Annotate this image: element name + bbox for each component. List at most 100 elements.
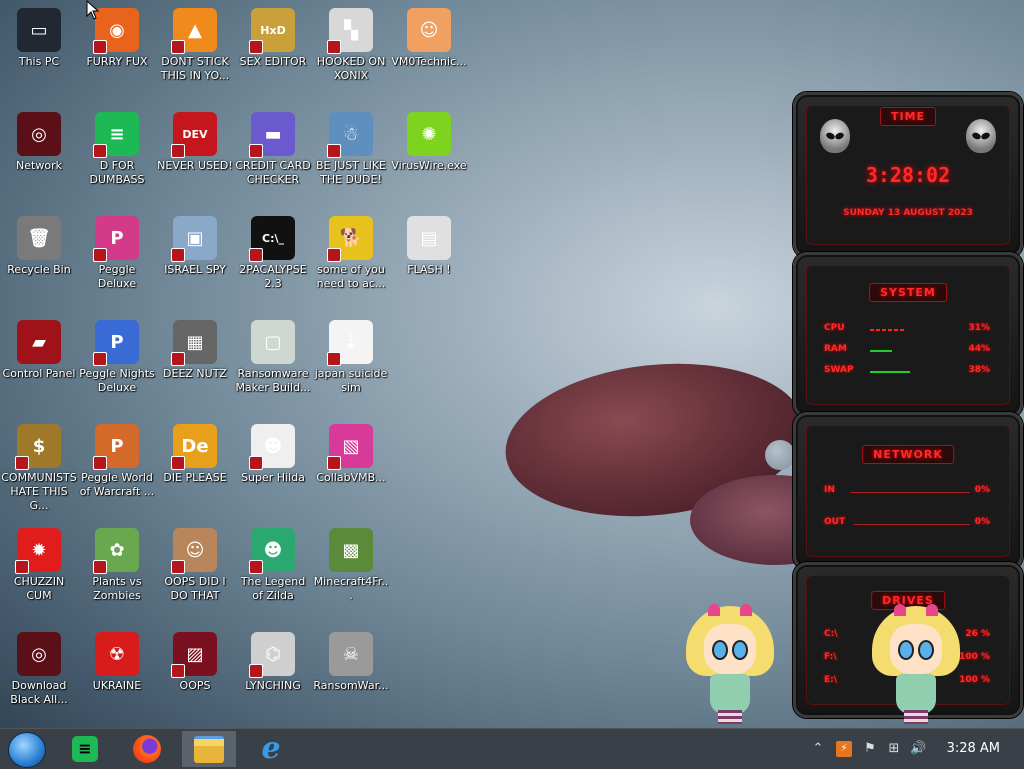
action-center-flag-icon[interactable]: ⚑ (862, 741, 878, 757)
desktop-icon[interactable]: ▢ Ransomware Maker Build... (234, 316, 312, 416)
desktop-icon[interactable]: P Peggle Deluxe (78, 212, 156, 312)
app-icon: C:\_ (249, 216, 295, 262)
shortcut-badge-icon (327, 352, 341, 366)
desktop-icon[interactable]: ☢ UKRAINE (78, 628, 156, 728)
desktop-icon[interactable]: ▩ Minecraft4Fr... (312, 524, 390, 624)
desktop-icon-label: Peggle Deluxe (97, 263, 137, 290)
desktop-icon[interactable]: ▤ FLASH ! (390, 212, 468, 312)
desktop-icon-label: CHUZZIN CUM (13, 575, 65, 602)
taskbar-clock[interactable]: 3:28 AM (947, 741, 1000, 756)
taskbar-spotify[interactable]: ≡ (58, 731, 112, 767)
desktop-icon[interactable]: ≡ D FOR DUMBASS (78, 108, 156, 208)
desktop-icon[interactable]: C:\_ 2PACALYPSE 2.3 (234, 212, 312, 312)
shortcut-badge-icon (93, 40, 107, 54)
desktop[interactable]: ▭ This PC ◉ FURRY FUX ▲ DONT STICK THIS IN YO… (0, 0, 780, 728)
swap-bar (870, 371, 910, 373)
time-widget-clock: 3:28:02 (865, 163, 951, 187)
shortcut-badge-icon (249, 144, 263, 158)
desktop-icon-label: Super Hilda (241, 471, 305, 484)
desktop-icon-label: ISRAEL SPY (164, 263, 226, 276)
desktop-icon[interactable]: ✹ CHUZZIN CUM (0, 524, 78, 624)
show-hidden-icons-chevron-icon[interactable]: ⌃ (810, 741, 826, 757)
desktop-icon[interactable]: ☺ VM0Technic... (390, 4, 468, 104)
desktop-icon[interactable]: ✿ Plants vs Zombies (78, 524, 156, 624)
app-icon: 🐕 (327, 216, 373, 262)
app-icon: ▰ (17, 320, 61, 364)
shortcut-badge-icon (93, 248, 107, 262)
desktop-icon-label: OOPS DID I DO THAT (164, 575, 226, 602)
taskbar-file-explorer[interactable] (182, 731, 236, 767)
app-icon: ☻ (249, 424, 295, 470)
app-icon: ≡ (93, 112, 139, 158)
desktop-icon[interactable]: De DIE PLEASE (156, 420, 234, 520)
desktop-icon[interactable]: ▬ CREDIT CARD CHECKER (234, 108, 312, 208)
desktop-icon-label: This PC (18, 55, 60, 68)
network-row-in: IN 0% (824, 485, 990, 495)
shortcut-badge-icon (171, 456, 185, 470)
app-icon: ◎ (17, 632, 61, 676)
app-icon: De (171, 424, 217, 470)
desktop-icon-label: BE JUST LIKE THE DUDE! (315, 159, 387, 186)
desktop-icon[interactable]: ▭ This PC (0, 4, 78, 104)
shortcut-badge-icon (327, 456, 341, 470)
desktop-icon-label: SEX EDITOR (239, 55, 307, 68)
desktop-icon[interactable]: P Peggle Nights Deluxe (78, 316, 156, 416)
system-tray: ⌃ ⚡ ⚑ ⊞ 🔊 3:28 AM (794, 729, 1024, 769)
shortcut-badge-icon (249, 456, 263, 470)
desktop-icon[interactable]: HxD SEX EDITOR (234, 4, 312, 104)
desktop-icon-label: Download Black All... (10, 679, 68, 706)
desktop-icon-label: UKRAINE (92, 679, 142, 692)
folder-icon (194, 735, 224, 763)
desktop-icon[interactable]: ☻ Super Hilda (234, 420, 312, 520)
spotify-icon: ≡ (72, 736, 98, 762)
desktop-icon[interactable]: ▲ DONT STICK THIS IN YO... (156, 4, 234, 104)
desktop-icon-label: DONT STICK THIS IN YO... (160, 55, 230, 82)
system-widget: SYSTEM CPU 31% RAM 44% SWAP 38% (793, 252, 1023, 418)
desktop-icon-label: LYNCHING (245, 679, 301, 692)
desktop-icon[interactable]: ▰ Control Panel (0, 316, 78, 416)
volume-icon[interactable]: 🔊 (910, 741, 926, 757)
desktop-icon-label: Peggle Nights Deluxe (79, 367, 155, 394)
desktop-icon[interactable]: 🗑 Recycle Bin (0, 212, 78, 312)
time-widget-date: SUNDAY 13 AUGUST 2023 (843, 208, 973, 218)
desktop-icon[interactable]: ◎ Download Black All... (0, 628, 78, 728)
alien-logo-icon (966, 119, 996, 153)
shortcut-badge-icon (171, 560, 185, 574)
desktop-icon[interactable]: ☺ OOPS DID I DO THAT (156, 524, 234, 624)
desktop-icon[interactable]: ⇣ japan suicide sim (312, 316, 390, 416)
app-icon: ☠ (329, 632, 373, 676)
tray-app-icon[interactable]: ⚡ (836, 741, 852, 757)
app-icon: ▤ (407, 216, 451, 260)
internet-explorer-icon: e (261, 731, 281, 766)
app-icon: ✿ (93, 528, 139, 574)
desktop-icon[interactable]: 🐕 some of you need to ac... (312, 212, 390, 312)
desktop-icon[interactable]: ▧ CollabVMB... (312, 420, 390, 520)
desktop-icon[interactable]: ◎ Network (0, 108, 78, 208)
desktop-icon[interactable]: ☠ RansomWar... (312, 628, 390, 728)
desktop-icon-label: VirusWire.exe (391, 159, 467, 172)
taskbar-internet-explorer[interactable]: e (244, 731, 298, 767)
desktop-icon[interactable]: ⌬ LYNCHING (234, 628, 312, 728)
desktop-icon[interactable]: ▦ DEEZ NUTZ (156, 316, 234, 416)
desktop-icon[interactable]: P Peggle World of Warcraft ... (78, 420, 156, 520)
start-button[interactable] (8, 732, 46, 768)
desktop-icon[interactable]: ☻ The Legend of Zilda (234, 524, 312, 624)
app-icon: ▚ (327, 8, 373, 54)
shortcut-badge-icon (249, 248, 263, 262)
app-icon: 🗑 (17, 216, 61, 260)
desktop-icon[interactable]: ▣ ISRAEL SPY (156, 212, 234, 312)
desktop-icon[interactable]: ▨ OOPS (156, 628, 234, 728)
app-icon: ⇣ (327, 320, 373, 366)
desktop-icon[interactable]: ▚ HOOKED ON XONIX (312, 4, 390, 104)
desktop-icon-label: D FOR DUMBASS (89, 159, 145, 186)
desktop-icon-label: Peggle World of Warcraft ... (79, 471, 155, 498)
desktop-icon[interactable]: ✺ VirusWire.exe (390, 108, 468, 208)
desktop-icon-label: NEVER USED! (157, 159, 233, 172)
desktop-icon[interactable]: DEV NEVER USED! (156, 108, 234, 208)
taskbar-firefox[interactable] (120, 731, 174, 767)
app-icon: ✹ (15, 528, 61, 574)
desktop-icon[interactable]: $ COMMUNISTS HATE THIS G... (0, 420, 78, 520)
network-icon[interactable]: ⊞ (886, 741, 902, 757)
desktop-icon-label: CollabVMB... (316, 471, 386, 484)
desktop-icon[interactable]: ☃ BE JUST LIKE THE DUDE! (312, 108, 390, 208)
